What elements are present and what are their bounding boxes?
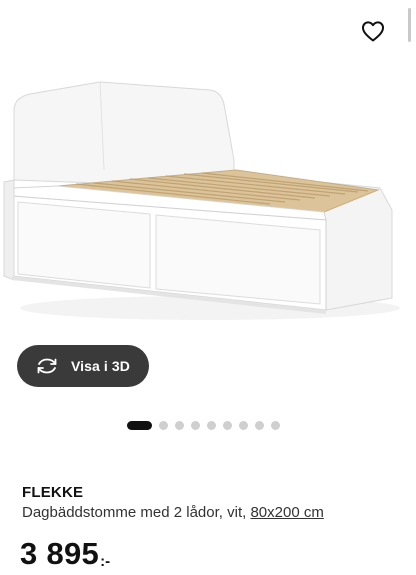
pagination-dot[interactable] [239,420,248,430]
pagination-dot[interactable] [207,420,216,430]
pagination-dot[interactable] [175,420,184,430]
view-3d-label: Visa i 3D [71,358,131,374]
pagination-dot[interactable] [223,420,232,430]
price-suffix: :- [100,553,111,570]
price-amount: 3 895 [20,536,100,571]
product-price: 3 895 :- [20,538,110,570]
pagination-dot[interactable] [271,420,280,430]
product-gallery[interactable]: Visa i 3D [0,0,416,430]
product-image [3,81,400,320]
view-3d-button[interactable]: Visa i 3D [17,345,149,387]
size-link[interactable]: 80x200 cm [250,504,323,521]
favorite-button[interactable] [358,16,388,46]
heart-outline-icon [362,21,384,42]
image-pagination[interactable] [127,420,280,430]
scroll-indicator [408,8,411,42]
pagination-dot-active[interactable] [127,420,152,430]
product-description: Dagbäddstomme med 2 lådor, vit, 80x200 c… [22,504,324,521]
rotate-3d-icon [35,356,61,376]
pagination-dot[interactable] [191,420,200,430]
product-name: FLEKKE [22,484,84,501]
pagination-dot[interactable] [255,420,264,430]
product-description-text: Dagbäddstomme med 2 lådor, vit, [22,504,247,521]
pagination-dot[interactable] [159,420,168,430]
